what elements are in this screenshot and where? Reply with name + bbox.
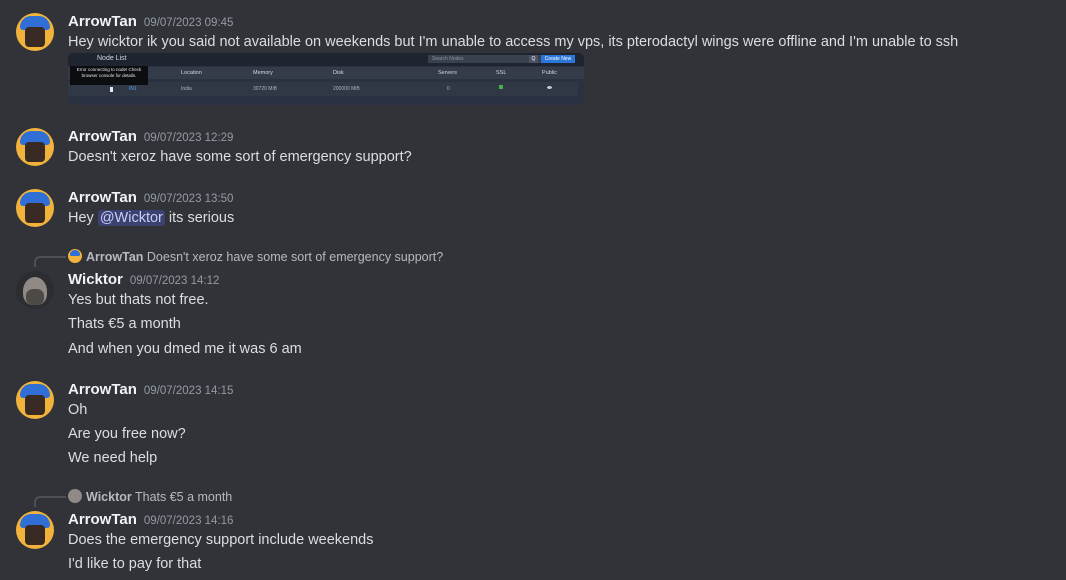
message-header: ArrowTan 09/07/2023 12:29: [68, 128, 233, 146]
arrowtan-avatar[interactable]: [16, 13, 54, 51]
username[interactable]: ArrowTan: [68, 511, 137, 528]
wicktor-avatar[interactable]: [16, 271, 54, 309]
message-text: Hey wicktor ik you said not available on…: [68, 34, 959, 50]
reply-spine: [34, 256, 66, 267]
attachment-search-button: Q: [529, 55, 538, 63]
attachment-col-header: Disk: [333, 70, 344, 76]
attachment-col-header: Public: [542, 70, 557, 76]
reply-avatar-icon: [68, 249, 82, 263]
cursor-icon: [110, 87, 113, 92]
reply-text: Doesn't xeroz have some sort of emergenc…: [146, 250, 444, 264]
ssl-lock-icon: [499, 85, 503, 89]
message-text: Hey @Wicktor its serious: [68, 210, 234, 226]
message-text: We need help: [68, 450, 158, 466]
message-header: ArrowTan 09/07/2023 13:50: [68, 189, 233, 207]
arrowtan-avatar[interactable]: [16, 511, 54, 549]
message-text: Oh: [68, 402, 88, 418]
attachment-tooltip: Error connecting to node! Check browser …: [70, 66, 148, 85]
arrowtan-avatar[interactable]: [16, 128, 54, 166]
user-mention[interactable]: @Wicktor: [97, 210, 165, 226]
message-header: ArrowTan 09/07/2023 14:15: [68, 381, 233, 399]
message-text: Does the emergency support include weeke…: [68, 532, 374, 548]
username[interactable]: Wicktor: [68, 271, 123, 288]
reply-spine: [34, 496, 66, 507]
arrowtan-avatar[interactable]: [16, 381, 54, 419]
message-text: And when you dmed me it was 6 am: [68, 341, 302, 357]
attachment-cell: India: [181, 86, 192, 92]
timestamp: 09/07/2023 14:16: [143, 515, 234, 527]
reply-username[interactable]: Wicktor: [86, 490, 132, 504]
attachment-title: Node List: [97, 55, 127, 62]
attachment-col-header: Memory: [253, 70, 273, 76]
message-header: ArrowTan 09/07/2023 09:45: [68, 13, 233, 31]
reply-text: Thats €5 a month: [134, 490, 233, 504]
attachment-col-header: Servers: [438, 70, 457, 76]
timestamp: 09/07/2023 12:29: [143, 132, 234, 144]
message-text: I'd like to pay for that: [68, 556, 202, 572]
timestamp: 09/07/2023 14:15: [143, 385, 234, 397]
attachment-col-header: SSL: [496, 70, 507, 76]
attachment-cell: 0: [447, 86, 450, 92]
message-text-suffix: its serious: [168, 210, 235, 226]
username[interactable]: ArrowTan: [68, 381, 137, 398]
attachment-search-field: Search Nodes: [428, 55, 542, 63]
attachment-cell: IN1: [129, 86, 137, 92]
message-text-prefix: Hey: [68, 210, 94, 226]
username[interactable]: ArrowTan: [68, 128, 137, 145]
message-text: Doesn't xeroz have some sort of emergenc…: [68, 149, 412, 165]
message-text: Thats €5 a month: [68, 316, 181, 332]
reply-preview[interactable]: ArrowTan Doesn't xeroz have some sort of…: [68, 249, 443, 264]
reply-avatar-icon: [68, 489, 82, 503]
reply-username[interactable]: ArrowTan: [86, 250, 143, 264]
timestamp: 09/07/2023 09:45: [143, 17, 234, 29]
message-header: ArrowTan 09/07/2023 14:16: [68, 511, 233, 529]
message-text: Are you free now?: [68, 426, 186, 442]
message-text: Yes but thats not free.: [68, 292, 209, 308]
reply-preview[interactable]: Wicktor Thats €5 a month: [68, 489, 232, 504]
message-header: Wicktor 09/07/2023 14:12: [68, 271, 219, 289]
username[interactable]: ArrowTan: [68, 189, 137, 206]
attachment-cell: 30720 MiB: [253, 86, 277, 92]
attachment-col-header: Location: [181, 70, 202, 76]
public-eye-icon: [547, 86, 552, 89]
timestamp: 09/07/2023 14:12: [129, 275, 220, 287]
arrowtan-avatar[interactable]: [16, 189, 54, 227]
attachment-create-button: Create New: [541, 55, 575, 63]
attachment-cell: 200000 MiB: [333, 86, 360, 92]
timestamp: 09/07/2023 13:50: [143, 193, 234, 205]
image-attachment[interactable]: Node List Search Nodes Q Create New Loca…: [68, 53, 584, 105]
username[interactable]: ArrowTan: [68, 13, 137, 30]
